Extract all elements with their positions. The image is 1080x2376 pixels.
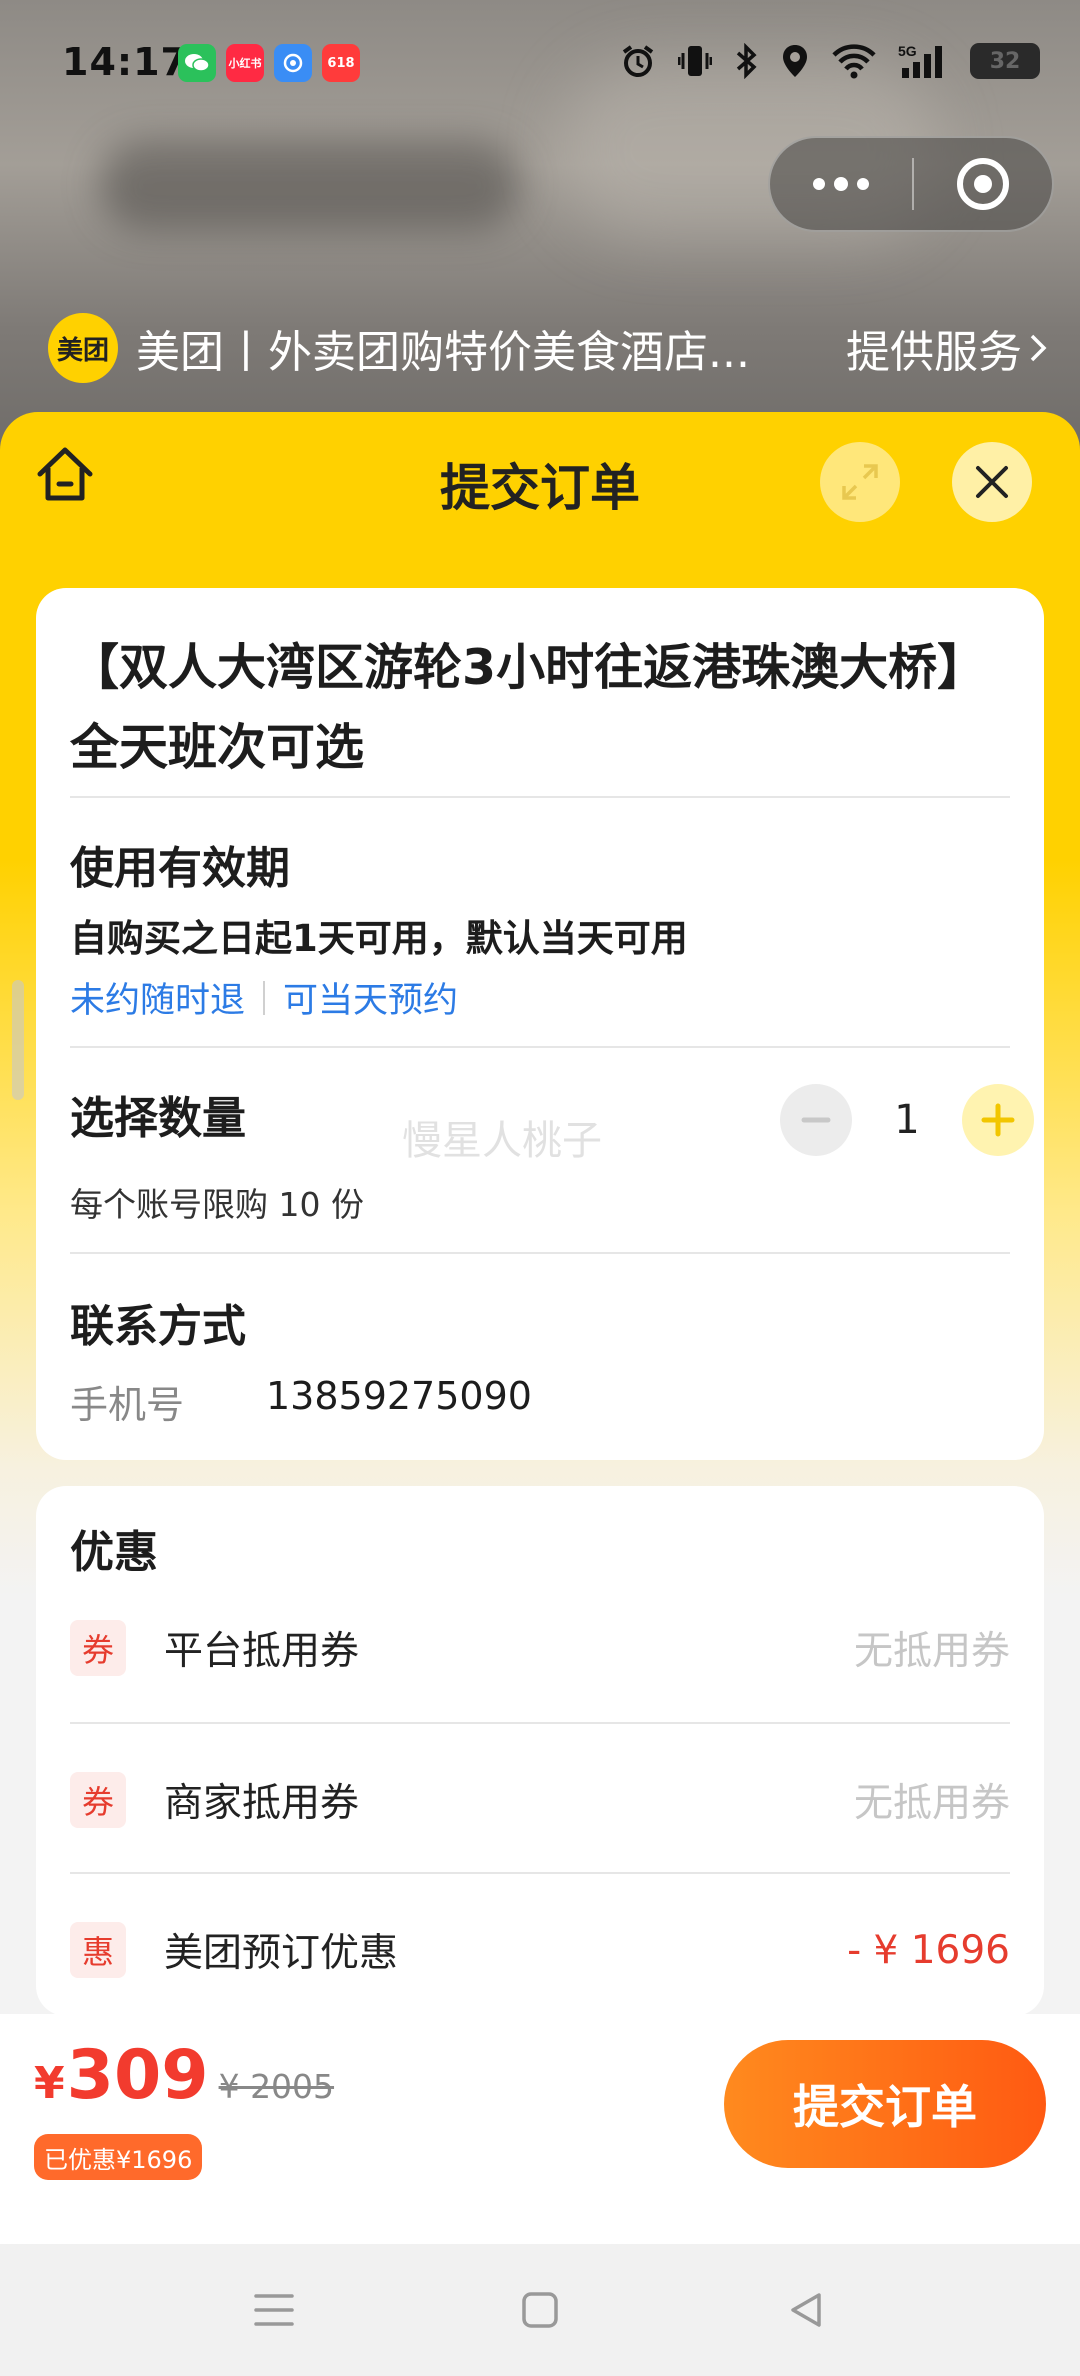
expand-button[interactable]: [820, 442, 900, 522]
divider: [70, 1872, 1010, 1874]
phone-label: 手机号: [70, 1383, 185, 1427]
wifi-icon: [832, 44, 876, 79]
currency-symbol: ¥: [34, 2058, 65, 2109]
divider: [70, 1046, 1010, 1048]
shopping-618-label: 618: [327, 55, 355, 71]
contact-title: 联系方式: [70, 1301, 246, 1352]
close-miniprogram-icon[interactable]: [914, 158, 1052, 210]
service-title: 美团丨外卖团购特价美食酒店...: [136, 327, 750, 378]
notification-app-icons: 小红书 618: [178, 44, 360, 82]
blue-app-icon: [274, 44, 312, 82]
minus-icon: [801, 1117, 831, 1123]
menu-icon[interactable]: [246, 2282, 302, 2338]
close-button[interactable]: [952, 442, 1032, 522]
checkout-bar: ¥ 309 ¥ 2005 已优惠¥1696 提交订单: [0, 2014, 1080, 2244]
quantity-title: 选择数量: [70, 1093, 246, 1144]
coupon-badge: 券: [70, 1620, 126, 1676]
tag-refund-anytime[interactable]: 未约随时退: [70, 972, 245, 1023]
page-title: 提交订单: [440, 459, 640, 517]
close-icon: [976, 466, 1008, 498]
discount-title: 优惠: [70, 1527, 158, 1578]
increase-quantity-button[interactable]: [962, 1084, 1034, 1156]
merchant-coupon-row[interactable]: 券 商家抵用券 无抵用券: [70, 1760, 1010, 1840]
refund-tags: 未约随时退 可当天预约: [70, 972, 458, 1023]
service-provider-label: 提供服务: [846, 327, 1022, 378]
miniprogram-capsule: [768, 136, 1054, 232]
total-price: 309: [66, 2036, 209, 2115]
booking-discount-row: 惠 美团预订优惠 - ¥ 1696: [70, 1910, 1010, 1990]
discount-badge: 惠: [70, 1922, 126, 1978]
price-block: ¥ 309 ¥ 2005: [34, 2036, 334, 2115]
order-card: 【双人大湾区游轮3小时往返港珠澳大桥】全天班次可选 使用有效期 自购买之日起1天…: [36, 588, 1044, 1460]
discount-label: 美团预订优惠: [164, 1931, 399, 1976]
plus-icon: [981, 1103, 1015, 1137]
tag-separator: [263, 980, 266, 1015]
sheet-header: 提交订单: [0, 412, 1080, 547]
xiaohongshu-icon: 小红书: [226, 44, 264, 82]
expand-icon: [842, 464, 878, 500]
status-bar: 14:17 小红书 618 5G 32: [0, 0, 1080, 120]
system-icons: 5G 32: [620, 42, 1040, 80]
svg-text:5G: 5G: [898, 43, 917, 59]
submit-order-button[interactable]: 提交订单: [724, 2040, 1046, 2168]
system-navigation-bar: [0, 2244, 1080, 2376]
discount-value: - ¥ 1696: [847, 1927, 1010, 1973]
signal-5g-icon: 5G: [898, 43, 942, 78]
product-title: 【双人大湾区游轮3小时往返港珠澳大桥】全天班次可选: [70, 639, 987, 776]
service-provider-row: 美团 美团丨外卖团购特价美食酒店... 提供服务: [48, 312, 1048, 384]
divider: [70, 796, 1010, 798]
platform-coupon-row[interactable]: 券 平台抵用券 无抵用券: [70, 1608, 1010, 1688]
coupon-badge: 券: [70, 1772, 126, 1828]
battery-level: 32: [989, 48, 1021, 74]
validity-title: 使用有效期: [70, 843, 290, 894]
back-icon[interactable]: [778, 2282, 834, 2338]
purchase-limit-text: 每个账号限购 10 份: [70, 1185, 364, 1224]
status-time: 14:17: [62, 40, 188, 84]
bluetooth-icon: [736, 43, 757, 79]
more-icon[interactable]: [770, 136, 912, 232]
coupon-value: 无抵用券: [853, 1781, 1010, 1826]
meituan-logo: 美团: [48, 313, 118, 383]
coupon-label: 平台抵用券: [164, 1629, 360, 1674]
quantity-value: 1: [894, 1097, 920, 1143]
battery-icon: 32: [970, 43, 1040, 79]
divider: [70, 1722, 1010, 1724]
service-provider-link[interactable]: 提供服务: [846, 316, 1048, 380]
phone-field[interactable]: 13859275090: [266, 1374, 532, 1418]
validity-text: 自购买之日起1天可用，默认当天可用: [70, 917, 688, 960]
divider: [70, 1252, 1010, 1254]
decrease-quantity-button[interactable]: [780, 1084, 852, 1156]
discount-card: 优惠 券 平台抵用券 无抵用券 券 商家抵用券 无抵用券 惠 美团预订优惠 - …: [36, 1486, 1044, 2016]
home-nav-icon[interactable]: [512, 2282, 568, 2338]
vibrate-icon: [678, 46, 712, 76]
background-blur-shape: [100, 140, 520, 230]
watermark: 慢星人桃子: [402, 1118, 602, 1164]
original-price: ¥ 2005: [218, 2067, 335, 2106]
saved-amount-badge[interactable]: 已优惠¥1696: [34, 2134, 203, 2180]
alarm-icon: [622, 45, 654, 77]
coupon-label: 商家抵用券: [164, 1781, 360, 1826]
coupon-value: 无抵用券: [853, 1629, 1010, 1674]
quantity-stepper: 1: [780, 1084, 1034, 1156]
location-icon: [783, 45, 807, 77]
wechat-icon: [178, 44, 216, 82]
tag-same-day-booking[interactable]: 可当天预约: [283, 972, 458, 1023]
shopping-618-icon: 618: [322, 44, 360, 82]
side-handle[interactable]: [12, 980, 24, 1100]
chevron-right-icon: [1030, 334, 1047, 362]
xiaohongshu-label: 小红书: [228, 57, 262, 70]
